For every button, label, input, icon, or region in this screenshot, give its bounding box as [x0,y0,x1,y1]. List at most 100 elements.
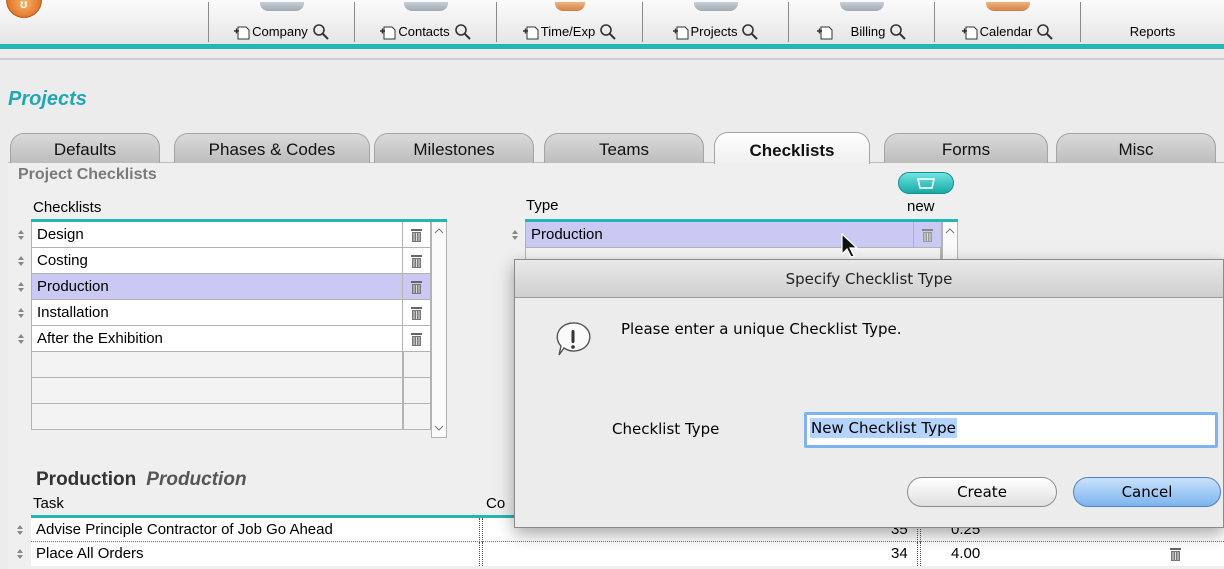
type-header: Type [526,197,559,214]
empty-cell[interactable] [32,352,403,377]
new-record-icon [917,178,935,189]
delete-button[interactable] [403,222,430,247]
app-logo-icon[interactable]: ʊ [6,0,42,18]
task-name[interactable]: Advise Principle Contractor of Job Go Ah… [36,521,333,538]
empty-cell[interactable] [32,404,403,429]
list-item-selected[interactable]: Production [18,274,431,300]
tab-label: Forms [941,140,991,159]
tab-teams[interactable]: Teams [544,133,704,163]
toolbar-company-label: Company [252,24,308,39]
sort-handle-icon[interactable] [17,229,25,241]
sort-handle-icon[interactable] [17,333,25,345]
toolbar-projects-button[interactable]: Projects [642,2,788,42]
task-number[interactable]: 34 [891,545,908,562]
table-row[interactable]: Place All Orders 34 4.00 [17,542,1224,566]
toolbar-reports-button[interactable]: Reports [1080,2,1224,42]
list-item-selected[interactable]: Production [512,222,942,248]
column-divider [479,518,483,542]
dialog-message: Please enter a unique Checklist Type. [621,320,902,338]
delete-button[interactable] [914,222,941,247]
delete-button[interactable] [403,274,430,299]
company-art-icon [259,2,304,11]
checklists-list: Design Costing Production Installation A… [18,219,447,438]
trash-icon [411,280,422,294]
sort-handle-icon[interactable] [16,548,24,560]
tab-defaults[interactable]: Defaults [10,133,160,163]
empty-row[interactable] [31,352,431,378]
trash-icon [922,228,933,242]
checklist-name[interactable]: Installation [32,300,403,325]
trash-icon [411,254,422,268]
list-item[interactable]: Installation [18,300,431,326]
scroll-up-icon[interactable] [945,226,955,236]
toolbar-contacts-label: Contacts [398,24,450,39]
magnifier-icon[interactable] [741,23,759,41]
sort-handle-icon[interactable] [17,281,25,293]
new-record-icon [816,26,833,40]
magnifier-icon[interactable] [312,23,330,41]
checklist-name[interactable]: After the Exhibition [32,326,403,351]
checklist-name[interactable]: Costing [32,248,403,273]
new-record-icon [672,26,689,40]
tab-forms[interactable]: Forms [884,133,1048,163]
checklist-type-value[interactable]: New Checklist Type [810,418,957,438]
list-item[interactable]: Design [18,222,431,248]
list-item[interactable]: After the Exhibition [18,326,431,352]
empty-cell[interactable] [32,378,403,403]
checklist-type-input[interactable]: New Checklist Type [804,412,1218,448]
magnifier-icon[interactable] [454,23,472,41]
toolbar-calendar-label: Calendar [979,24,1033,39]
scroll-up-icon[interactable] [434,226,444,236]
new-record-icon [961,26,978,40]
toolbar-calendar-button[interactable]: Calendar [934,2,1080,42]
new-record-icon [522,26,539,40]
toolbar-accent-bar [0,44,1224,49]
list-item[interactable]: Costing [18,248,431,274]
cancel-button[interactable]: Cancel [1073,477,1221,507]
checklist-name[interactable]: Design [32,222,403,247]
tab-label: Checklists [749,141,835,160]
empty-row[interactable] [31,404,431,430]
delete-button[interactable] [403,248,430,273]
sort-handle-icon[interactable] [17,255,25,267]
checklists-header: Checklists [33,199,102,216]
toolbar-timeexp-button[interactable]: Time/Exp [496,2,642,42]
task-name[interactable]: Place All Orders [36,545,144,562]
tab-checklists[interactable]: Checklists [714,132,870,164]
toolbar-timeexp-label: Time/Exp [540,24,596,39]
delete-button[interactable] [403,326,430,351]
production-type: Production [146,469,247,490]
partial-header: Co [486,495,506,512]
delete-button[interactable] [403,300,430,325]
tab-misc[interactable]: Misc [1056,133,1216,163]
trash-icon [411,228,422,242]
tab-milestones[interactable]: Milestones [374,133,534,163]
empty-trash-cell [403,352,430,377]
calendar-art-icon [985,2,1030,11]
scroll-down-icon[interactable] [434,423,444,433]
clock-art-icon [554,2,585,11]
empty-row[interactable] [31,378,431,404]
tab-phases-codes[interactable]: Phases & Codes [174,133,370,163]
checklists-scrollbar[interactable] [431,222,447,438]
new-type-button[interactable] [898,172,954,194]
section-title: Project Checklists [18,166,157,183]
toolbar-reports-label: Reports [1129,24,1176,39]
magnifier-icon[interactable] [1036,23,1054,41]
sort-handle-icon[interactable] [17,307,25,319]
tab-label: Teams [598,140,650,159]
task-value[interactable]: 4.00 [951,545,980,562]
checklist-name[interactable]: Production [32,274,403,299]
toolbar-contacts-button[interactable]: Contacts [354,2,496,42]
toolbar-company-button[interactable]: Company [208,2,354,42]
create-button[interactable]: Create [907,477,1057,507]
trash-icon [411,332,422,346]
production-title: Production Production [36,469,247,491]
toolbar-billing-button[interactable]: Billing [788,2,934,42]
magnifier-icon[interactable] [889,23,907,41]
magnifier-icon[interactable] [599,23,617,41]
trash-icon[interactable] [1169,546,1182,562]
projects-art-icon [693,2,738,11]
sort-handle-icon[interactable] [511,229,519,241]
sort-handle-icon[interactable] [16,524,24,536]
